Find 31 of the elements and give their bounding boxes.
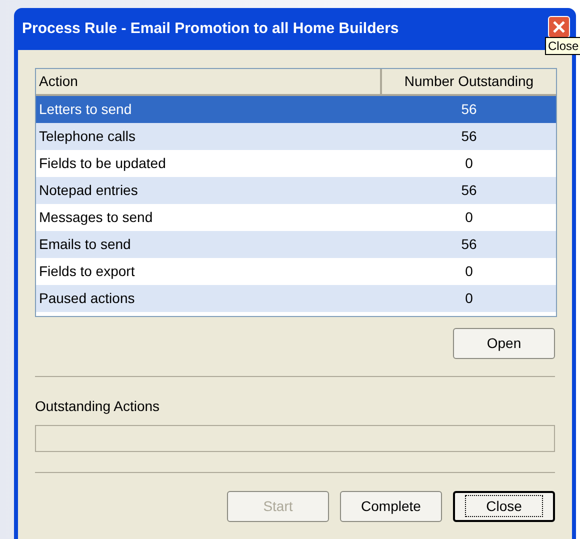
outstanding-count: 56 bbox=[460, 127, 478, 146]
close-icon bbox=[553, 21, 565, 33]
action-name: Fields to export bbox=[38, 262, 136, 281]
dialog-button[interactable]: Close bbox=[453, 491, 555, 522]
outstanding-count: 0 bbox=[464, 208, 474, 227]
list-row[interactable]: Paused actions 0 bbox=[36, 285, 556, 312]
tooltip: Close bbox=[545, 37, 580, 55]
list-row[interactable]: Telephone calls 56 bbox=[36, 123, 556, 150]
action-name: Telephone calls bbox=[38, 127, 137, 146]
outstanding-count: 56 bbox=[460, 235, 478, 254]
action-name: Letters to send bbox=[38, 100, 133, 119]
action-name: Fields to be updated bbox=[38, 154, 167, 173]
column-header[interactable]: Action bbox=[36, 69, 382, 94]
action-name: Notepad entries bbox=[38, 181, 139, 200]
outstanding-count: 56 bbox=[460, 100, 478, 119]
action-name: Messages to send bbox=[38, 208, 154, 227]
outstanding-count: 0 bbox=[464, 289, 474, 308]
column-header[interactable]: Number Outstanding bbox=[382, 69, 556, 94]
outstanding-count: 0 bbox=[464, 262, 474, 281]
action-name: Emails to send bbox=[38, 235, 132, 254]
close-button[interactable] bbox=[548, 16, 570, 38]
list-row[interactable]: Notepad entries 56 bbox=[36, 177, 556, 204]
progress-label: Outstanding Actions bbox=[35, 397, 160, 416]
list-row[interactable]: Emails to send 56 bbox=[36, 231, 556, 258]
action-name: Paused actions bbox=[38, 289, 136, 308]
outstanding-count: 56 bbox=[460, 181, 478, 200]
dialog-button[interactable]: Complete bbox=[340, 491, 442, 522]
outstanding-count: 0 bbox=[464, 154, 474, 173]
open-button[interactable]: Open bbox=[453, 328, 555, 359]
window-title: Process Rule - Email Promotion to all Home Builders bbox=[22, 18, 399, 39]
list-row[interactable]: Letters to send 56 bbox=[36, 96, 556, 123]
